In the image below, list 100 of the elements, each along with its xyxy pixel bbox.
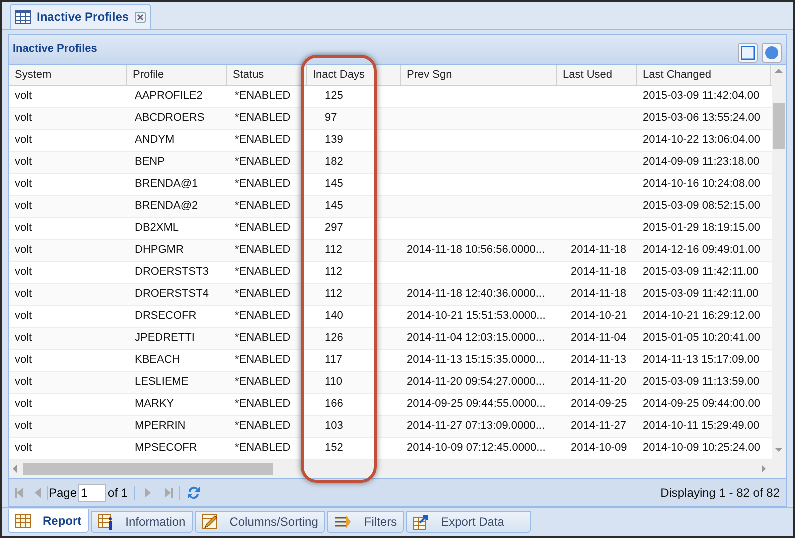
table-cell-text: 2014-11-18 xyxy=(571,287,626,302)
table-cell-text: 2014-11-27 xyxy=(571,419,626,434)
table-cell-text: 145 xyxy=(325,177,344,192)
table-cell-text: 2014-11-13 15:15:35.0000... xyxy=(407,353,546,368)
table-cell-text: ABCDROERS xyxy=(135,111,205,126)
column-header[interactable]: Inact Days xyxy=(307,65,401,85)
tab[interactable]: Export Data xyxy=(406,511,532,533)
table-cell-text: *ENABLED xyxy=(235,133,291,148)
vertical-scrollbar[interactable] xyxy=(772,65,786,460)
up-arrow-icon[interactable] xyxy=(775,69,783,73)
table-cell-text: BENP xyxy=(135,155,165,170)
export-icon xyxy=(413,514,430,530)
scroll-thumb[interactable] xyxy=(773,103,785,149)
table-cell-text: *ENABLED xyxy=(235,309,291,324)
table-cell-text: *ENABLED xyxy=(235,177,291,192)
tab[interactable]: Information xyxy=(90,511,193,533)
last-page-icon[interactable] xyxy=(165,488,174,498)
table-cell-text: *ENABLED xyxy=(235,353,291,368)
table-cell-text: 2014-10-22 13:06:04.00 xyxy=(643,133,760,148)
table-cell-text: 2014-09-25 xyxy=(571,397,628,412)
next-page-icon[interactable] xyxy=(145,488,152,498)
scroll-thumb[interactable] xyxy=(23,463,273,475)
table-cell-text: volt xyxy=(15,309,32,324)
table-cell-text: 103 xyxy=(325,419,344,434)
table-cell-text: 97 xyxy=(325,111,338,126)
right-arrow-icon[interactable] xyxy=(762,465,766,473)
column-header[interactable]: Profile xyxy=(127,65,227,85)
table-cell-text: DB2XML xyxy=(135,221,180,236)
table-cell-text: volt xyxy=(15,331,32,346)
table-cell-text: 2014-11-13 15:17:09.00 xyxy=(643,353,760,368)
table-cell-text: volt xyxy=(15,221,32,236)
table-cell-text: 2014-10-11 15:29:49.00 xyxy=(643,419,760,434)
previous-page-icon[interactable] xyxy=(35,488,41,498)
table-cell-text: 2014-09-25 09:44:55.0000... xyxy=(407,397,546,412)
table-cell-text: 145 xyxy=(325,199,344,214)
table-cell-text: LESLIEME xyxy=(135,375,189,390)
help-icon[interactable] xyxy=(762,42,782,62)
table-cell-text: MARKY xyxy=(135,397,174,412)
table-cell-text: volt xyxy=(15,111,32,126)
page-label: Page xyxy=(49,484,78,502)
table-cell-text: 2014-10-09 07:12:45.0000... xyxy=(407,441,546,456)
table-cell-text: 2015-03-06 13:55:24.00 xyxy=(643,111,760,126)
column-header[interactable]: Last Used xyxy=(557,65,637,85)
table-cell-text: *ENABLED xyxy=(235,221,291,236)
page-count: of 1 xyxy=(108,484,128,502)
table-cell-text: 126 xyxy=(325,331,344,346)
table-cell-text: volt xyxy=(15,177,32,192)
column-header[interactable]: Last Changed xyxy=(637,65,771,85)
tab[interactable]: Report xyxy=(8,509,89,533)
table-cell-text: volt xyxy=(15,265,32,280)
panel-title: Inactive Profiles xyxy=(13,42,98,58)
table-cell-text: *ENABLED xyxy=(235,397,291,412)
table-cell-text: 2015-03-09 08:52:15.00 xyxy=(643,199,760,214)
table-cell-text: *ENABLED xyxy=(235,419,291,434)
table-cell-text: volt xyxy=(15,397,32,412)
table-cell-text: 2014-11-20 xyxy=(571,375,626,390)
column-header[interactable]: System xyxy=(9,65,127,85)
table-cell-text: MPERRIN xyxy=(135,419,186,434)
tab[interactable]: Inactive Profiles xyxy=(10,4,152,29)
close-icon[interactable] xyxy=(135,12,146,22)
table-cell-text: DRSECOFR xyxy=(135,309,197,324)
table-info-icon xyxy=(98,514,114,530)
table-cell-text: 2015-01-05 10:20:41.00 xyxy=(643,331,760,346)
table-cell-text: 2014-11-18 10:56:56.0000... xyxy=(407,243,546,258)
first-page-icon[interactable] xyxy=(15,488,23,498)
column-header[interactable]: Prev Sgn xyxy=(401,65,557,85)
table-cell-text: *ENABLED xyxy=(235,111,291,126)
table-cell-text: 110 xyxy=(325,375,343,390)
table-cell-text: 2014-12-16 09:49:01.00 xyxy=(643,243,760,258)
tab[interactable]: Filters xyxy=(327,511,404,533)
refresh-icon[interactable] xyxy=(186,484,202,500)
page-field[interactable]: 1 xyxy=(78,484,106,502)
down-arrow-icon[interactable] xyxy=(775,448,783,452)
table-icon xyxy=(15,514,31,528)
table-cell-text: *ENABLED xyxy=(235,199,291,214)
table-cell-text: 2015-01-29 18:19:15.00 xyxy=(643,221,760,236)
table-cell-text: volt xyxy=(15,243,32,258)
table-cell-text: volt xyxy=(15,155,32,170)
table-cell-text: 2014-10-09 xyxy=(571,441,628,456)
table-cell-text: DHPGMR xyxy=(135,243,184,258)
table-cell-text: *ENABLED xyxy=(235,441,291,456)
table-cell-text: volt xyxy=(15,287,32,302)
table-cell-text: volt xyxy=(15,89,32,104)
table-cell-text: volt xyxy=(15,375,32,390)
table-cell-text: 112 xyxy=(325,287,343,302)
tab[interactable]: Columns/Sorting xyxy=(194,511,326,533)
horizontal-scrollbar[interactable] xyxy=(9,460,786,478)
column-header[interactable]: Status xyxy=(227,65,307,85)
table-cell-text: 2014-10-09 10:25:24.00 xyxy=(643,441,760,456)
table-cell-text: 112 xyxy=(325,265,343,280)
table-cell-text: *ENABLED xyxy=(235,243,291,258)
table-cell-text: MPSECOFR xyxy=(135,441,198,456)
table-cell-text: volt xyxy=(15,199,32,214)
table-cell-text: *ENABLED xyxy=(235,331,291,346)
window-icon[interactable] xyxy=(738,42,758,62)
table-cell-text: 112 xyxy=(325,243,343,258)
table-cell-text: 2015-03-09 11:42:11.00 xyxy=(643,265,759,280)
table-cell-text: DROERSTST3 xyxy=(135,265,209,280)
table-cell-text: BRENDA@2 xyxy=(135,199,198,214)
left-arrow-icon[interactable] xyxy=(13,465,17,473)
